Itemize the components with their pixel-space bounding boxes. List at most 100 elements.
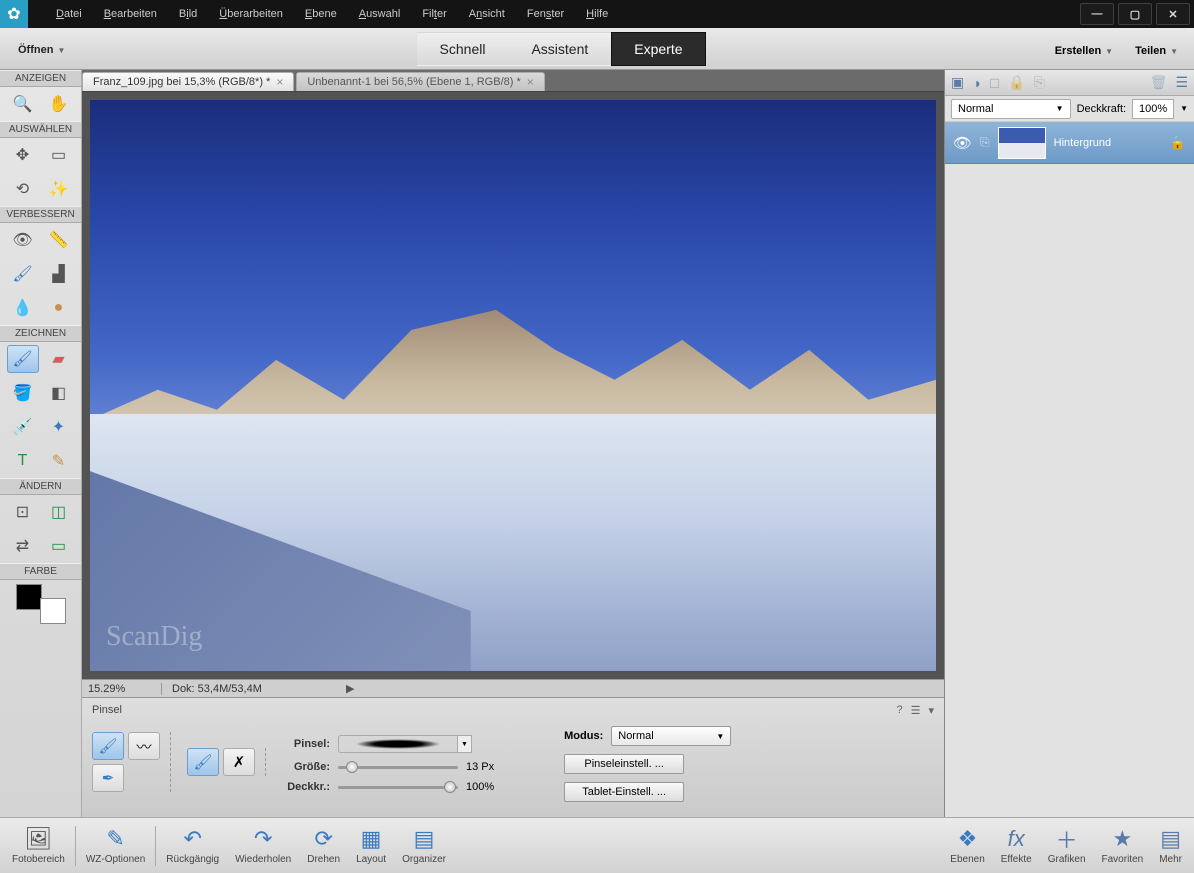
- pencil-tool[interactable]: ✎: [43, 447, 75, 475]
- layer-controls: Normal▼ Deckkraft: 100% ▼: [945, 96, 1194, 122]
- panel-menu-icon[interactable]: ☰: [1175, 74, 1188, 91]
- magic-wand-tool[interactable]: ✨: [43, 175, 75, 203]
- lasso-tool[interactable]: ⟲: [7, 175, 39, 203]
- brush-variant-3[interactable]: ✒: [92, 764, 124, 792]
- brush-preview[interactable]: [338, 735, 458, 753]
- doc-tab-0[interactable]: Franz_109.jpg bei 15,3% (RGB/8*) * ×: [82, 72, 294, 91]
- menu-bild[interactable]: Bild: [169, 4, 207, 24]
- crop-tool[interactable]: ⊡: [7, 498, 39, 526]
- bb-ebenen[interactable]: ❖Ebenen: [942, 826, 992, 865]
- text-tool[interactable]: T: [7, 447, 39, 475]
- lock-icon[interactable]: 🔒: [1170, 135, 1186, 151]
- blend-mode-select[interactable]: Normal▼: [951, 99, 1071, 119]
- menu-ueberarbeiten[interactable]: Überarbeiten: [209, 4, 293, 24]
- mode-experte[interactable]: Experte: [611, 32, 705, 66]
- ruler-tool[interactable]: 📏: [43, 226, 75, 254]
- adjust-layer-icon[interactable]: ◑: [972, 75, 980, 91]
- brush-tool[interactable]: 🖌: [7, 345, 39, 373]
- menu-bearbeiten[interactable]: Bearbeiten: [94, 4, 167, 24]
- gradient-tool[interactable]: ◧: [43, 379, 75, 407]
- zoom-level[interactable]: 15.29%: [82, 683, 162, 695]
- bb-wz-optionen[interactable]: ✎WZ-Optionen: [78, 826, 153, 865]
- panel-menu-icon[interactable]: ☰: [911, 704, 921, 717]
- bb-grafiken[interactable]: ＋Grafiken: [1040, 826, 1094, 865]
- opacity-input[interactable]: 100%: [1132, 99, 1174, 119]
- doc-tab-1[interactable]: Unbenannt-1 bei 56,5% (Ebene 1, RGB/8) *…: [296, 72, 544, 91]
- sponge-tool[interactable]: ●: [43, 294, 75, 322]
- recompose-tool[interactable]: ◫: [43, 498, 75, 526]
- collapse-icon[interactable]: ▾: [928, 704, 934, 717]
- eyedropper-tool[interactable]: 💉: [7, 413, 39, 441]
- menu-auswahl[interactable]: Auswahl: [349, 4, 411, 24]
- foreground-color[interactable]: [16, 584, 42, 610]
- hand-tool[interactable]: ✋: [43, 90, 75, 118]
- blur-tool[interactable]: 💧: [7, 294, 39, 322]
- bb-rotate[interactable]: ⟳Drehen: [299, 826, 348, 865]
- minimize-button[interactable]: —: [1080, 3, 1114, 25]
- share-button[interactable]: Teilen▼: [1129, 37, 1184, 61]
- menu-ebene[interactable]: Ebene: [295, 4, 347, 24]
- marquee-tool[interactable]: ▭: [43, 141, 75, 169]
- menu-filter[interactable]: Filter: [412, 4, 456, 24]
- canvas[interactable]: ScanDig: [90, 100, 936, 671]
- straighten-tool[interactable]: ⇄: [7, 532, 39, 560]
- stamp-tool[interactable]: ▟: [43, 260, 75, 288]
- spot-heal-tool[interactable]: 🖌: [7, 260, 39, 288]
- color-swatches[interactable]: [16, 584, 66, 624]
- mode-schnell[interactable]: Schnell: [417, 32, 509, 66]
- mode-select[interactable]: Normal▼: [611, 726, 731, 746]
- chevron-down-icon[interactable]: ▼: [1180, 104, 1188, 113]
- maximize-button[interactable]: ▢: [1118, 3, 1152, 25]
- shape-tool[interactable]: ✦: [43, 413, 75, 441]
- bb-effekte[interactable]: fxEffekte: [993, 826, 1040, 865]
- tool-options-panel: Pinsel ? ☰ ▾ 🖌 〰 ✒ 🖌 ✗: [82, 697, 944, 817]
- bb-fotobereich[interactable]: 🖼Fotobereich: [4, 826, 73, 865]
- opacity-slider[interactable]: [338, 781, 458, 793]
- new-layer-icon[interactable]: ▣: [951, 74, 964, 91]
- menu-fenster[interactable]: Fenster: [517, 4, 574, 24]
- brush-variant-1[interactable]: 🖌: [92, 732, 124, 760]
- lock-icon[interactable]: 🔒: [1008, 74, 1025, 91]
- menu-datei[interactable]: Datei: [46, 4, 92, 24]
- delete-layer-icon[interactable]: 🗑: [1150, 74, 1168, 91]
- bb-organizer[interactable]: ▤Organizer: [394, 826, 454, 865]
- eraser-tool[interactable]: ▰: [43, 345, 75, 373]
- background-color[interactable]: [40, 598, 66, 624]
- size-slider[interactable]: [338, 761, 458, 773]
- mask-icon[interactable]: ◻: [989, 74, 1001, 91]
- menu-ansicht[interactable]: Ansicht: [459, 4, 515, 24]
- brush-mode-airbrush[interactable]: ✗: [223, 748, 255, 776]
- tablet-settings-button[interactable]: Tablet-Einstell. ...: [564, 782, 684, 802]
- layer-thumbnail[interactable]: [998, 127, 1046, 159]
- effects-icon: fx: [1008, 826, 1025, 852]
- close-button[interactable]: ✕: [1156, 3, 1190, 25]
- chevron-down-icon: ▼: [716, 732, 724, 741]
- brush-dropdown[interactable]: ▼: [458, 735, 472, 753]
- chevron-down-icon: ▼: [1056, 104, 1064, 113]
- create-button[interactable]: Erstellen▼: [1049, 37, 1119, 61]
- status-arrow-icon[interactable]: ▶: [346, 682, 354, 695]
- visibility-icon[interactable]: 👁: [953, 134, 972, 152]
- zoom-tool[interactable]: 🔍: [7, 90, 39, 118]
- link-icon[interactable]: ⎘: [980, 135, 990, 150]
- brush-variant-2[interactable]: 〰: [128, 732, 160, 760]
- bb-layout[interactable]: ▦Layout: [348, 826, 394, 865]
- bb-mehr[interactable]: ▤Mehr: [1151, 826, 1190, 865]
- bb-favoriten[interactable]: ★Favoriten: [1094, 826, 1152, 865]
- cookie-cutter-tool[interactable]: ▭: [43, 532, 75, 560]
- layer-row[interactable]: 👁 ⎘ Hintergrund 🔒: [945, 122, 1194, 164]
- close-tab-icon[interactable]: ×: [276, 75, 283, 89]
- mode-assistent[interactable]: Assistent: [508, 32, 611, 66]
- brush-settings-button[interactable]: Pinseleinstell. ...: [564, 754, 684, 774]
- link-layers-icon[interactable]: ⎘: [1034, 74, 1045, 91]
- close-tab-icon[interactable]: ×: [527, 75, 534, 89]
- brush-mode-normal[interactable]: 🖌: [187, 748, 219, 776]
- open-button[interactable]: Öffnen▼: [10, 36, 73, 61]
- bb-undo[interactable]: ↶Rückgängig: [158, 826, 227, 865]
- bb-redo[interactable]: ↷Wiederholen: [227, 826, 299, 865]
- redeye-tool[interactable]: 👁: [7, 226, 39, 254]
- menu-hilfe[interactable]: Hilfe: [576, 4, 618, 24]
- bucket-tool[interactable]: 🪣: [7, 379, 39, 407]
- help-icon[interactable]: ?: [896, 704, 902, 717]
- move-tool[interactable]: ✥: [7, 141, 39, 169]
